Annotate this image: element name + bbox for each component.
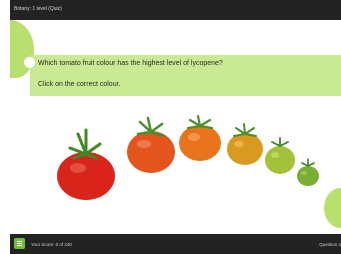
green-tomato[interactable] bbox=[296, 158, 320, 188]
red-tomato[interactable] bbox=[56, 128, 116, 200]
quiz-title: Botany: 1 level (Quiz) bbox=[14, 6, 62, 12]
orange-tomato[interactable] bbox=[178, 114, 222, 162]
menu-icon bbox=[17, 241, 22, 242]
menu-icon-line bbox=[17, 245, 22, 246]
score-display: Your Score: 0 of 240 bbox=[31, 242, 72, 247]
quiz-screen: Botany: 1 level (Quiz) Which tomato frui… bbox=[10, 0, 341, 254]
decorative-dot bbox=[24, 57, 35, 68]
menu-icon-line bbox=[17, 243, 22, 244]
orange-yellow-tomato[interactable] bbox=[226, 122, 264, 166]
red-orange-tomato[interactable] bbox=[126, 116, 176, 174]
tomato-options bbox=[40, 108, 330, 208]
bottom-bar: Your Score: 0 of 240 Question 2 bbox=[10, 234, 341, 254]
question-panel: Which tomato fruit colour has the highes… bbox=[24, 55, 341, 96]
yellow-green-tomato[interactable] bbox=[264, 136, 296, 176]
top-bar: Botany: 1 level (Quiz) bbox=[10, 0, 341, 20]
question-text: Which tomato fruit colour has the highes… bbox=[38, 60, 223, 67]
question-instruction: Click on the correct colour. bbox=[38, 81, 121, 88]
menu-button[interactable] bbox=[14, 238, 25, 249]
question-number: Question 2 bbox=[319, 242, 341, 247]
